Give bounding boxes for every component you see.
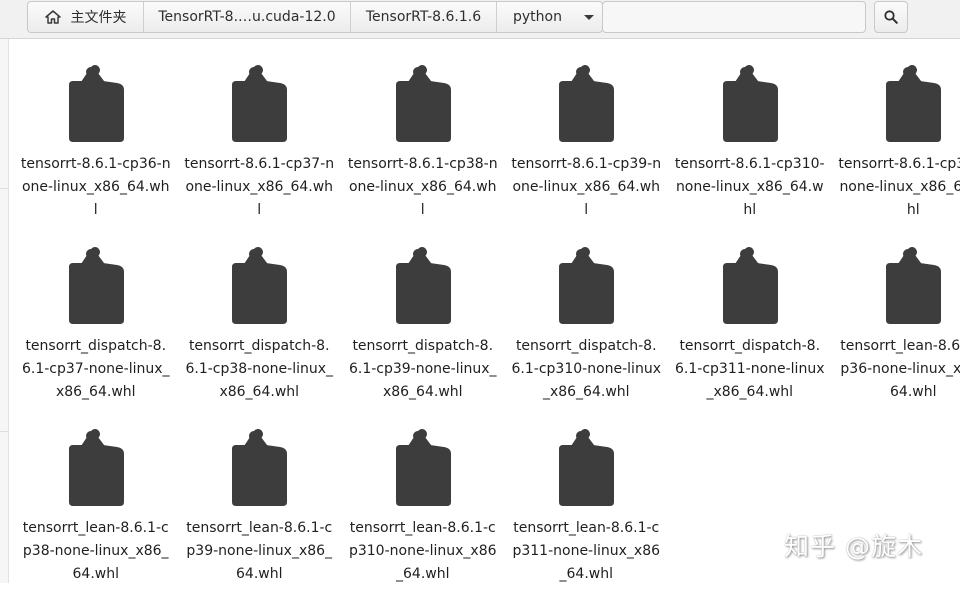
file-name: tensorrt_dispatch-8.6.1-cp39-none-linux_…	[348, 335, 498, 404]
watermark: 知乎 @旋木	[784, 527, 923, 563]
file-item[interactable]: tensorrt-8.6.1-cp37-none-linux_x86_64.wh…	[178, 65, 342, 247]
package-file-icon	[228, 429, 290, 507]
file-item[interactable]: tensorrt_dispatch-8.6.1-cp38-none-linux_…	[178, 247, 342, 429]
breadcrumb: 主文件夹 TensorRT-8.…u.cuda-12.0 TensorRT-8.…	[27, 1, 603, 33]
search-button[interactable]	[874, 1, 908, 33]
file-item[interactable]: tensorrt_dispatch-8.6.1-cp310-none-linux…	[505, 247, 669, 429]
sidebar-divider	[0, 188, 9, 189]
file-item[interactable]: tensorrt_dispatch-8.6.1-cp311-none-linux…	[668, 247, 832, 429]
file-item[interactable]: tensorrt_dispatch-8.6.1-cp37-none-linux_…	[14, 247, 178, 429]
package-file-icon	[228, 247, 290, 325]
file-name: tensorrt_dispatch-8.6.1-cp37-none-linux_…	[21, 335, 171, 404]
package-file-icon	[65, 247, 127, 325]
package-file-icon	[719, 247, 781, 325]
file-name: tensorrt_lean-8.6.1-cp311-none-linux_x86…	[511, 517, 661, 586]
package-file-icon	[719, 65, 781, 143]
file-item[interactable]: tensorrt_lean-8.6.1-cp36-none-linux_x86_…	[832, 247, 960, 429]
package-file-icon	[392, 65, 454, 143]
breadcrumb-item-python[interactable]: python	[497, 2, 602, 32]
package-file-icon	[555, 247, 617, 325]
file-item[interactable]: tensorrt-8.6.1-cp311-none-linux_x86_64.w…	[832, 65, 960, 247]
file-name: tensorrt-8.6.1-cp39-none-linux_x86_64.wh…	[511, 153, 661, 222]
file-name: tensorrt_dispatch-8.6.1-cp38-none-linux_…	[184, 335, 334, 404]
package-file-icon	[228, 65, 290, 143]
package-file-icon	[392, 429, 454, 507]
breadcrumb-item-label: TensorRT-8.6.1.6	[366, 9, 481, 25]
file-name: tensorrt_lean-8.6.1-cp36-none-linux_x86_…	[838, 335, 960, 404]
sidebar-edge	[0, 39, 9, 583]
breadcrumb-item-label: TensorRT-8.…u.cuda-12.0	[158, 9, 335, 25]
home-icon	[45, 10, 61, 24]
file-item[interactable]: tensorrt-8.6.1-cp38-none-linux_x86_64.wh…	[341, 65, 505, 247]
file-name: tensorrt_lean-8.6.1-cp310-none-linux_x86…	[348, 517, 498, 586]
file-name: tensorrt_dispatch-8.6.1-cp311-none-linux…	[675, 335, 825, 404]
file-name: tensorrt_dispatch-8.6.1-cp310-none-linux…	[511, 335, 661, 404]
file-name: tensorrt-8.6.1-cp311-none-linux_x86_64.w…	[838, 153, 960, 222]
package-file-icon	[882, 65, 944, 143]
file-item[interactable]: tensorrt_lean-8.6.1-cp311-none-linux_x86…	[505, 429, 669, 611]
location-toolbar: 主文件夹 TensorRT-8.…u.cuda-12.0 TensorRT-8.…	[0, 0, 960, 39]
file-name: tensorrt_lean-8.6.1-cp39-none-linux_x86_…	[184, 517, 334, 586]
file-name: tensorrt-8.6.1-cp37-none-linux_x86_64.wh…	[184, 153, 334, 222]
location-input[interactable]	[602, 1, 866, 33]
file-name: tensorrt-8.6.1-cp310-none-linux_x86_64.w…	[675, 153, 825, 222]
file-item[interactable]: tensorrt-8.6.1-cp39-none-linux_x86_64.wh…	[505, 65, 669, 247]
package-file-icon	[65, 65, 127, 143]
package-file-icon	[392, 247, 454, 325]
package-file-icon	[555, 429, 617, 507]
sidebar-divider	[0, 431, 9, 432]
chevron-down-icon[interactable]	[584, 15, 594, 20]
breadcrumb-home-label: 主文件夹	[71, 7, 127, 27]
package-file-icon	[882, 247, 944, 325]
file-item[interactable]: tensorrt_lean-8.6.1-cp310-none-linux_x86…	[341, 429, 505, 611]
breadcrumb-item-label: python	[513, 9, 562, 25]
file-name: tensorrt-8.6.1-cp38-none-linux_x86_64.wh…	[348, 153, 498, 222]
file-item[interactable]: tensorrt_dispatch-8.6.1-cp39-none-linux_…	[341, 247, 505, 429]
file-item[interactable]: tensorrt-8.6.1-cp36-none-linux_x86_64.wh…	[14, 65, 178, 247]
file-item[interactable]: tensorrt-8.6.1-cp310-none-linux_x86_64.w…	[668, 65, 832, 247]
breadcrumb-item-tensorrt-cuda[interactable]: TensorRT-8.…u.cuda-12.0	[144, 2, 351, 32]
package-file-icon	[65, 429, 127, 507]
file-name: tensorrt_lean-8.6.1-cp38-none-linux_x86_…	[21, 517, 171, 586]
breadcrumb-item-tensorrt-version[interactable]: TensorRT-8.6.1.6	[351, 2, 497, 32]
search-icon	[884, 10, 898, 24]
file-item[interactable]: tensorrt_lean-8.6.1-cp39-none-linux_x86_…	[178, 429, 342, 611]
breadcrumb-home[interactable]: 主文件夹	[28, 2, 144, 32]
file-item[interactable]: tensorrt_lean-8.6.1-cp38-none-linux_x86_…	[14, 429, 178, 611]
file-name: tensorrt-8.6.1-cp36-none-linux_x86_64.wh…	[21, 153, 171, 222]
package-file-icon	[555, 65, 617, 143]
